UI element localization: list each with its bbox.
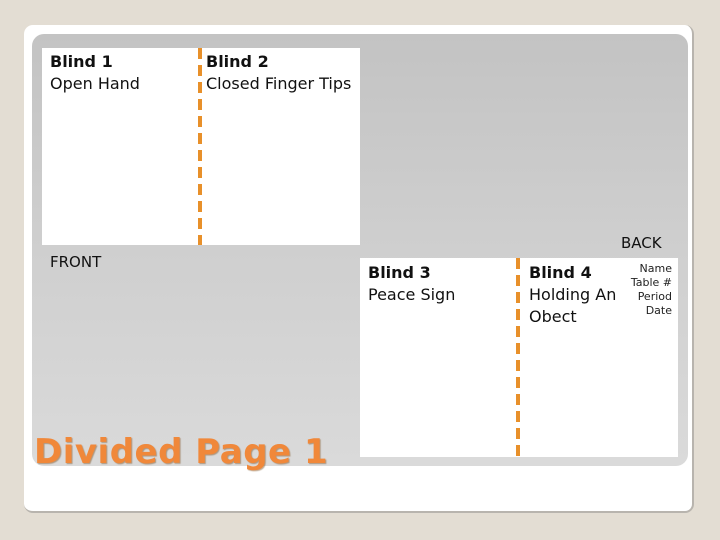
blind-2-desc: Closed Finger Tips	[206, 74, 352, 93]
meta-date: Date	[645, 304, 672, 317]
blind-2: Blind 2 Closed Finger Tips	[206, 51, 356, 95]
meta-table: Table #	[630, 276, 672, 289]
back-fold-line	[516, 258, 520, 457]
blind-1: Blind 1 Open Hand	[50, 51, 140, 95]
front-fold-line	[198, 48, 202, 245]
meta-period: Period	[637, 290, 672, 303]
blind-4: Blind 4 Holding An Obect	[529, 262, 624, 328]
blind-3: Blind 3 Peace Sign	[368, 262, 455, 306]
blind-1-desc: Open Hand	[50, 74, 140, 93]
front-label: FRONT	[50, 253, 102, 271]
student-info: Name Table # Period Date	[631, 262, 672, 318]
blind-4-desc: Holding An Obect	[529, 285, 617, 326]
meta-name: Name	[639, 262, 672, 275]
blind-2-title: Blind 2	[206, 52, 269, 71]
back-label: BACK	[621, 234, 662, 252]
blind-1-title: Blind 1	[50, 52, 113, 71]
blind-3-title: Blind 3	[368, 263, 431, 282]
blind-3-desc: Peace Sign	[368, 285, 456, 304]
slide-title: Divided Page 1	[34, 432, 329, 472]
blind-4-title: Blind 4	[529, 263, 592, 282]
